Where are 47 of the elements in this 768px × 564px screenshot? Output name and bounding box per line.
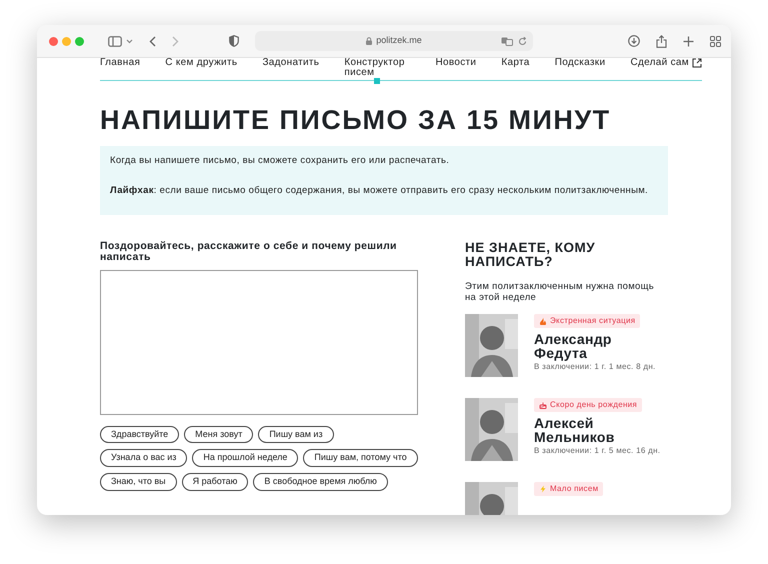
- sidebar-subtitle: Этим политзаключенным нужна помощь на этой неделе: [465, 282, 655, 304]
- prisoner-term: В заключении: 1 г. 5 мес. 16 дн.: [534, 445, 660, 458]
- shield-icon[interactable]: [229, 35, 239, 47]
- prisoner-name[interactable]: Александр Федута: [534, 332, 668, 362]
- url-text: politzek.me: [376, 34, 422, 48]
- lock-icon: [366, 37, 372, 45]
- nav-link-item[interactable]: Главная: [100, 58, 140, 80]
- share-icon[interactable]: [656, 34, 667, 48]
- tag-text: Мало писем: [550, 482, 598, 495]
- sidebar-title: НЕ ЗНАЕТЕ, КОМУ НАПИСАТЬ?: [465, 240, 596, 269]
- address-bar[interactable]: politzek.me: [255, 31, 533, 51]
- lightning-icon: [539, 484, 547, 493]
- back-icon[interactable]: [149, 36, 156, 46]
- phrase-chip[interactable]: Пишу вам из: [258, 426, 334, 444]
- phrase-chip[interactable]: Здравствуйте: [100, 426, 180, 444]
- cake-icon: [539, 400, 547, 409]
- translate-icon[interactable]: [501, 36, 513, 46]
- phrase-chip[interactable]: Узнала о вас из: [100, 449, 188, 467]
- nav-link-item[interactable]: Конструктор писем: [344, 58, 410, 80]
- tag-text: Экстренная ситуация: [550, 314, 636, 327]
- phrase-chip[interactable]: Меня зовут: [184, 426, 254, 444]
- close-icon[interactable]: [49, 36, 58, 46]
- nav-link-item[interactable]: С кем дружить: [165, 58, 238, 80]
- tabs-grid-icon[interactable]: [710, 36, 721, 46]
- nav-link-item[interactable]: Подсказки: [554, 58, 606, 80]
- prisoner-term: В заключении: 1 г. 1 мес. 8 дн.: [534, 361, 656, 374]
- tag-text: Скоро день рождения: [550, 398, 638, 411]
- lifehack-text: Лайфхак: если ваше письмо общего содержания, вы можете отправить его сразу нескольким политзаключенным.: [110, 184, 649, 198]
- download-icon[interactable]: [628, 35, 640, 47]
- page-title: НАПИШИТЕ ПИСЬМО ЗА 15 МИНУТ: [100, 107, 612, 134]
- info-text: Когда вы напишете письмо, вы сможете сохранить его или распечатать.: [110, 154, 450, 168]
- nav-link-item[interactable]: Карта: [501, 58, 530, 80]
- fire-icon: [539, 316, 547, 325]
- field-label: Поздоровайтесь, расскажите о себе и почему решили написать: [100, 240, 398, 264]
- phrase-chip[interactable]: Я работаю: [182, 472, 248, 491]
- external-link-icon[interactable]: [692, 58, 702, 68]
- prisoner-name[interactable]: Алексей Мельников: [534, 416, 668, 446]
- phrase-chip[interactable]: Пишу вам, потому что: [303, 449, 418, 467]
- new-tab-icon[interactable]: [683, 36, 694, 46]
- sidebar-icon[interactable]: [108, 36, 122, 46]
- phrase-chip[interactable]: Знаю, что вы: [100, 472, 177, 491]
- phrase-chip[interactable]: В свободное время люблю: [253, 472, 388, 491]
- phrase-chip[interactable]: На прошлой неделе: [192, 449, 298, 467]
- reload-icon[interactable]: [518, 36, 527, 46]
- nav-link-item[interactable]: Задонатить: [262, 58, 320, 80]
- nav-link-item[interactable]: Новости: [435, 58, 476, 80]
- chevron-down-icon[interactable]: [126, 38, 133, 44]
